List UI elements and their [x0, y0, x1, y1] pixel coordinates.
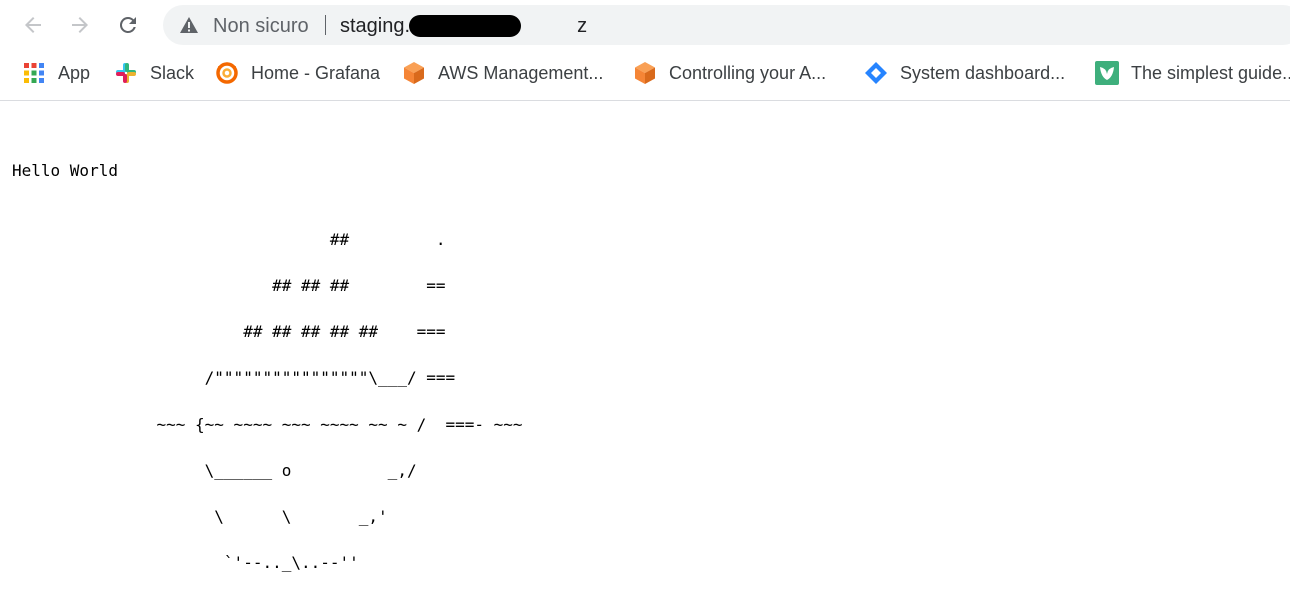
warning-triangle-icon[interactable] [179, 16, 199, 34]
apps-grid-icon [24, 63, 44, 83]
slack-icon [116, 63, 136, 83]
reload-icon [119, 16, 136, 33]
bookmark-controlling[interactable]: Controlling your A... [633, 60, 826, 86]
bookmark-label: Controlling your A... [669, 62, 827, 83]
bookmark-system-dashboard[interactable]: System dashboard... [864, 60, 1065, 86]
grafana-icon [216, 62, 238, 84]
bookmark-simplest-guide[interactable]: The simplest guide.. [1095, 60, 1290, 86]
back-button[interactable] [15, 7, 51, 43]
reload-button[interactable] [110, 7, 146, 43]
aws-cube-icon [635, 62, 655, 84]
url-redaction-mark [409, 15, 521, 37]
browser-toolbar: Non sicuro staging. z [0, 0, 1290, 50]
jira-icon [865, 62, 887, 84]
bookmark-app[interactable]: App [22, 60, 90, 86]
bookmark-grafana[interactable]: Home - Grafana [215, 60, 380, 86]
address-separator [325, 15, 326, 35]
bookmark-label: AWS Management... [438, 62, 604, 83]
bookmark-aws-management[interactable]: AWS Management... [402, 60, 603, 86]
bookmark-label: Home - Grafana [251, 62, 381, 83]
bookmark-label: The simplest guide.. [1131, 62, 1290, 83]
bookmark-label: System dashboard... [900, 62, 1066, 83]
security-status-label[interactable]: Non sicuro [213, 15, 309, 38]
bookmark-label: Slack [150, 62, 195, 83]
bookmark-slack[interactable]: Slack [114, 60, 194, 86]
hello-world-ascii-text: Hello World ## . ## ## ## == ## ## ## ##… [12, 161, 523, 572]
bookmark-label: App [58, 62, 91, 83]
url-tail: z [577, 15, 588, 37]
leaf-icon [1095, 61, 1119, 85]
back-arrow-icon [25, 17, 41, 33]
bookmarks-bar: App Slack Home - Grafana AWS Management.… [0, 50, 1290, 101]
aws-cube-icon [404, 62, 424, 84]
address-bar[interactable]: Non sicuro staging. z [163, 5, 1290, 45]
page-content: Hello World ## . ## ## ## == ## ## ## ##… [0, 101, 1290, 597]
url-visible-part: staging. [340, 15, 411, 37]
forward-arrow-icon [72, 17, 88, 33]
forward-button[interactable] [62, 7, 98, 43]
